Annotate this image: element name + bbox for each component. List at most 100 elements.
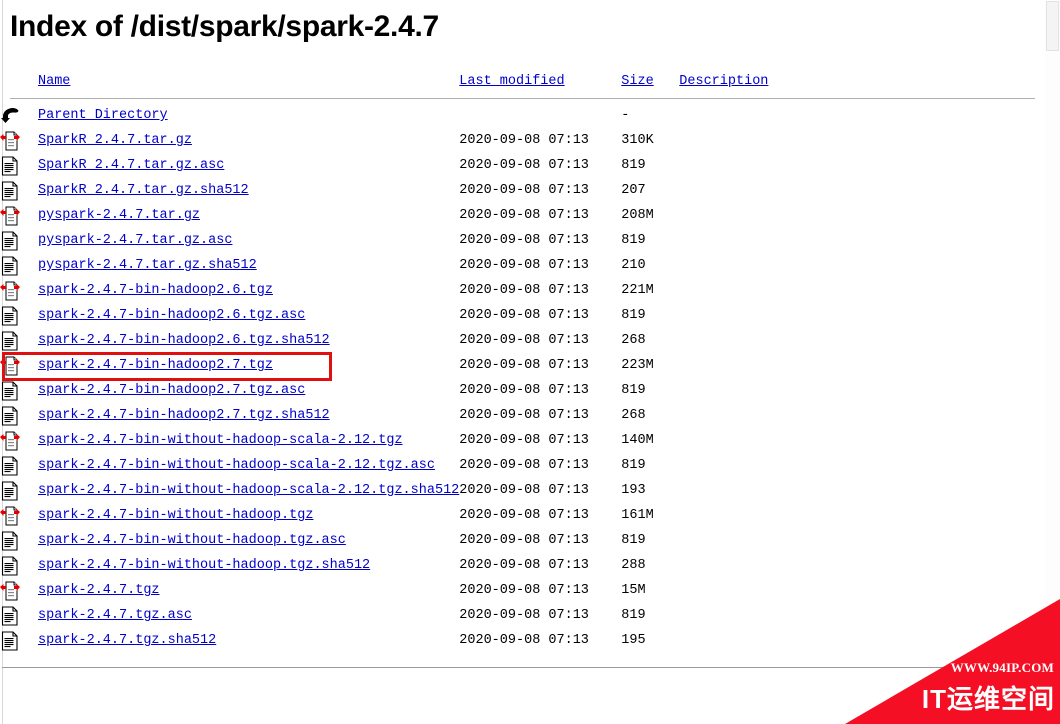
row-size: 268 [621,408,646,423]
row-size: 195 [621,633,646,648]
row-last-modified: 2020-09-08 07:13 [459,233,589,248]
row-icon-cell [0,403,38,428]
file-link[interactable]: spark-2.4.7-bin-without-hadoop.tgz.asc [38,533,346,548]
table-row[interactable]: pyspark-2.4.7.tar.gz 2020-09-08 07:13 208M [0,203,1045,228]
column-header-last-modified[interactable]: Last modified [459,68,621,94]
row-icon-cell [0,453,38,478]
row-description [679,103,1045,128]
file-link[interactable]: pyspark-2.4.7.tar.gz [38,208,200,223]
file-link[interactable]: spark-2.4.7-bin-hadoop2.7.tgz.sha512 [38,408,330,423]
row-last-modified: 2020-09-08 07:13 [459,533,589,548]
table-row[interactable]: pyspark-2.4.7.tar.gz.sha512 2020-09-08 07… [0,253,1045,278]
table-row[interactable]: SparkR_2.4.7.tar.gz.sha512 2020-09-08 07:… [0,178,1045,203]
table-row[interactable]: spark-2.4.7-bin-hadoop2.7.tgz 2020-09-08 … [0,353,1045,378]
row-name-cell: spark-2.4.7.tgz.asc [38,603,459,628]
column-header-name[interactable]: Name [38,68,459,94]
table-row[interactable]: spark-2.4.7.tgz.sha512 2020-09-08 07:13 19… [0,628,1045,653]
row-name-cell: spark-2.4.7-bin-hadoop2.6.tgz.sha512 [38,328,459,353]
row-icon-cell [0,578,38,603]
sort-by-name-link[interactable]: Name [38,74,70,89]
row-last-modified [459,103,621,128]
row-name-cell: SparkR_2.4.7.tar.gz.asc [38,153,459,178]
row-name-cell: Parent Directory [38,103,459,128]
row-icon-cell [0,478,38,503]
file-link[interactable]: spark-2.4.7-bin-without-hadoop-scala-2.1… [38,483,459,498]
row-description [679,203,1045,228]
file-link[interactable]: Parent Directory [38,108,168,123]
row-name-cell: spark-2.4.7-bin-hadoop2.6.tgz [38,278,459,303]
row-name-cell: pyspark-2.4.7.tar.gz.asc [38,228,459,253]
row-size: 819 [621,233,646,248]
file-link[interactable]: pyspark-2.4.7.tar.gz.sha512 [38,258,257,273]
sort-by-size-link[interactable]: Size [621,74,653,89]
file-link[interactable]: spark-2.4.7-bin-hadoop2.7.tgz.asc [38,383,305,398]
text-icon [0,530,20,552]
text-icon [0,155,20,177]
row-last-modified: 2020-09-08 07:13 [459,483,589,498]
vertical-scrollbar[interactable] [1045,0,1060,724]
row-last-modified: 2020-09-08 07:13 [459,383,589,398]
row-size: 221M [621,283,654,298]
table-row[interactable]: spark-2.4.7-bin-without-hadoop-scala-2.1… [0,478,1045,503]
table-row[interactable]: pyspark-2.4.7.tar.gz.asc 2020-09-08 07:13… [0,228,1045,253]
row-description [679,553,1045,578]
row-icon-cell [0,253,38,278]
file-link[interactable]: spark-2.4.7-bin-hadoop2.7.tgz [38,358,273,373]
file-link[interactable]: pyspark-2.4.7.tar.gz.asc [38,233,232,248]
table-row[interactable]: spark-2.4.7-bin-hadoop2.6.tgz.asc 2020-09… [0,303,1045,328]
row-last-modified: 2020-09-08 07:13 [459,158,589,173]
row-last-modified: 2020-09-08 07:13 [459,183,589,198]
scrollbar-thumb[interactable] [1046,1,1059,51]
text-icon [0,555,20,577]
file-link[interactable]: spark-2.4.7-bin-without-hadoop-scala-2.1… [38,433,403,448]
text-icon [0,605,20,627]
file-link[interactable]: spark-2.4.7-bin-hadoop2.6.tgz.sha512 [38,333,330,348]
row-size: 208M [621,208,654,223]
file-link[interactable]: SparkR_2.4.7.tar.gz.sha512 [38,183,249,198]
column-header-description[interactable]: Description [679,68,1045,94]
file-link[interactable]: spark-2.4.7-bin-without-hadoop-scala-2.1… [38,458,435,473]
back-icon [0,105,20,127]
row-icon-cell [0,278,38,303]
table-row[interactable]: Parent Directory - [0,103,1045,128]
row-size: 161M [621,508,654,523]
table-row[interactable]: SparkR_2.4.7.tar.gz 2020-09-08 07:13 310K [0,128,1045,153]
row-icon-cell [0,128,38,153]
file-link[interactable]: spark-2.4.7-bin-hadoop2.6.tgz.asc [38,308,305,323]
row-description [679,503,1045,528]
table-row[interactable]: spark-2.4.7-bin-without-hadoop-scala-2.1… [0,428,1045,453]
row-name-cell: spark-2.4.7-bin-without-hadoop.tgz.asc [38,528,459,553]
column-header-icon [0,68,38,94]
file-link[interactable]: spark-2.4.7.tgz [38,583,160,598]
row-icon-cell [0,303,38,328]
text-icon [0,180,20,202]
file-link[interactable]: spark-2.4.7.tgz.asc [38,608,192,623]
file-link[interactable]: spark-2.4.7.tgz.sha512 [38,633,216,648]
text-icon [0,380,20,402]
table-row[interactable]: spark-2.4.7.tgz 2020-09-08 07:13 15M [0,578,1045,603]
table-row[interactable]: spark-2.4.7-bin-hadoop2.7.tgz.asc 2020-09… [0,378,1045,403]
table-row[interactable]: spark-2.4.7-bin-without-hadoop-scala-2.1… [0,453,1045,478]
table-row[interactable]: spark-2.4.7.tgz.asc 2020-09-08 07:13 819 [0,603,1045,628]
row-description [679,253,1045,278]
table-row[interactable]: spark-2.4.7-bin-without-hadoop.tgz.sha51… [0,553,1045,578]
row-icon-cell [0,603,38,628]
row-icon-cell [0,203,38,228]
table-row[interactable]: spark-2.4.7-bin-without-hadoop.tgz 2020-0… [0,503,1045,528]
table-row[interactable]: spark-2.4.7-bin-hadoop2.7.tgz.sha512 2020… [0,403,1045,428]
row-size: 819 [621,533,646,548]
row-description [679,303,1045,328]
file-link[interactable]: SparkR_2.4.7.tar.gz.asc [38,158,224,173]
sort-by-last-modified-link[interactable]: Last modified [459,74,564,89]
file-link[interactable]: spark-2.4.7-bin-without-hadoop.tgz [38,508,313,523]
file-link[interactable]: spark-2.4.7-bin-without-hadoop.tgz.sha51… [38,558,370,573]
file-link[interactable]: SparkR_2.4.7.tar.gz [38,133,192,148]
table-row[interactable]: spark-2.4.7-bin-without-hadoop.tgz.asc 20… [0,528,1045,553]
table-row[interactable]: SparkR_2.4.7.tar.gz.asc 2020-09-08 07:13 8… [0,153,1045,178]
column-header-size[interactable]: Size [621,68,679,94]
sort-by-description-link[interactable]: Description [679,74,768,89]
table-row[interactable]: spark-2.4.7-bin-hadoop2.6.tgz.sha512 2020… [0,328,1045,353]
file-link[interactable]: spark-2.4.7-bin-hadoop2.6.tgz [38,283,273,298]
table-row[interactable]: spark-2.4.7-bin-hadoop2.6.tgz 2020-09-08 … [0,278,1045,303]
row-size: 288 [621,558,646,573]
